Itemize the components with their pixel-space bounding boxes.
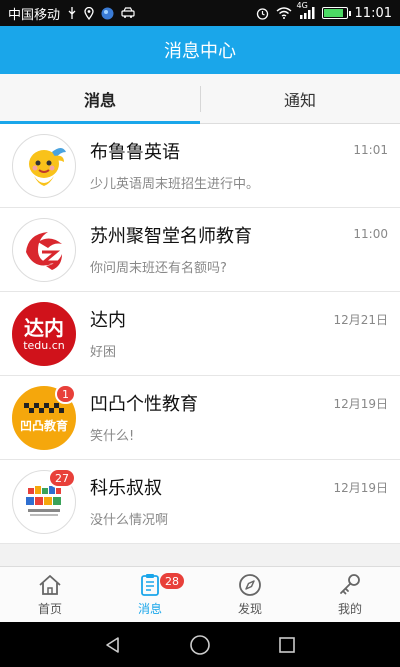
- conversation-preview: 好困: [90, 345, 117, 360]
- carrier-label: 中国移动: [8, 7, 61, 23]
- message-icon: [141, 574, 159, 596]
- home-button[interactable]: [185, 630, 215, 660]
- nav-messages-badge: 28: [160, 573, 184, 589]
- conversation-name: 布鲁鲁英语: [90, 142, 180, 163]
- avatar: 达内 tedu.cn: [12, 302, 76, 366]
- home-circle-icon: [190, 634, 210, 655]
- key-icon: [340, 574, 360, 595]
- conversation-name: 凹凸个性教育: [90, 394, 198, 415]
- location-icon: [84, 6, 94, 20]
- conversation-preview: 少儿英语周末班招生进行中。: [90, 177, 260, 192]
- conversation-name: 科乐叔叔: [90, 478, 162, 499]
- avatar: [12, 134, 76, 198]
- network-type-label: 4G: [296, 1, 308, 10]
- conversation-time: 12月19日: [333, 397, 388, 411]
- status-right: 4G 11:01: [256, 1, 392, 21]
- cartoon-mascot-icon: [29, 148, 66, 186]
- tab-bar: 消息 通知: [0, 74, 400, 124]
- avatar: [12, 218, 76, 282]
- nav-messages-label: 消息: [137, 602, 162, 616]
- nav-discover[interactable]: 发现: [200, 567, 300, 622]
- conversation-time: 11:00: [353, 227, 388, 241]
- app-header: 消息中心: [0, 26, 400, 74]
- alarm-icon: [256, 7, 269, 20]
- back-triangle-icon: [106, 636, 120, 653]
- system-nav-bar: [0, 622, 400, 667]
- recents-square-icon: [278, 636, 295, 653]
- tab-notifications[interactable]: 通知: [200, 74, 400, 123]
- avatar-wrap: 凹凸教育 1: [12, 384, 76, 450]
- nav-me[interactable]: 我的: [300, 567, 400, 622]
- battery-level: [323, 9, 343, 17]
- bottom-nav: 首页 消息 28 发现 我的: [0, 566, 400, 622]
- list-item[interactable]: 布鲁鲁英语 少儿英语周末班招生进行中。 11:01: [0, 124, 400, 208]
- wifi-icon: [276, 7, 292, 19]
- usb-icon: [67, 7, 77, 19]
- conversation-name: 达内: [90, 310, 126, 331]
- nav-me-label: 我的: [337, 602, 362, 616]
- home-icon: [39, 575, 61, 595]
- nav-messages[interactable]: 消息 28: [100, 567, 200, 622]
- compass-icon: [239, 574, 261, 596]
- avatar-wrap: 达内 tedu.cn: [12, 302, 76, 366]
- tedu-logo-subtext: tedu.cn: [23, 338, 65, 352]
- car-icon: [121, 7, 135, 19]
- app-globe-icon: [101, 7, 114, 20]
- avatar-wrap: 27: [12, 468, 76, 534]
- conversation-name: 苏州聚智堂名师教育: [90, 226, 252, 247]
- tab-messages[interactable]: 消息: [0, 74, 200, 124]
- avatar-wrap: [12, 134, 76, 198]
- conversation-preview: 没什么情况啊: [90, 513, 169, 528]
- conversation-list: 布鲁鲁英语 少儿英语周末班招生进行中。 11:01 苏州聚智堂名师教育 你问周末…: [0, 124, 400, 544]
- juzhitang-logo-icon: [26, 232, 62, 270]
- list-item[interactable]: 苏州聚智堂名师教育 你问周末班还有名额吗? 11:00: [0, 208, 400, 292]
- conversation-preview: 你问周末班还有名额吗?: [90, 261, 227, 276]
- avatar-wrap: [12, 218, 76, 282]
- conversation-preview: 笑什么!: [90, 429, 135, 444]
- list-item[interactable]: 达内 tedu.cn 达内 好困 12月21日: [0, 292, 400, 376]
- list-item[interactable]: 27 科乐叔叔 没什么情况啊 12月19日: [0, 460, 400, 544]
- tab-messages-label: 消息: [83, 90, 116, 110]
- recents-button[interactable]: [272, 630, 302, 660]
- battery-icon: [321, 7, 351, 19]
- page-title: 消息中心: [164, 41, 236, 62]
- back-button[interactable]: [98, 630, 128, 660]
- checker-pattern-icon: [24, 402, 64, 413]
- nav-home[interactable]: 首页: [0, 567, 100, 622]
- list-item[interactable]: 凹凸教育 1 凹凸个性教育 笑什么! 12月19日: [0, 376, 400, 460]
- clock-label: 11:01: [354, 5, 392, 21]
- nav-home-label: 首页: [37, 602, 62, 616]
- conversation-time: 12月19日: [333, 481, 388, 495]
- status-left: 中国移动: [8, 4, 135, 23]
- tedu-logo-text: 达内: [24, 315, 64, 340]
- unread-badge: 1: [55, 384, 76, 404]
- conversation-time: 12月21日: [333, 313, 388, 327]
- tab-notifications-label: 通知: [283, 90, 316, 110]
- aotu-logo-text: 凹凸教育: [19, 418, 68, 433]
- conversation-time: 11:01: [353, 143, 388, 157]
- status-bar: 中国移动 4G 11:01: [0, 0, 400, 26]
- signal-icon: 4G: [297, 1, 315, 19]
- unread-badge: 27: [48, 468, 76, 488]
- nav-discover-label: 发现: [237, 602, 262, 616]
